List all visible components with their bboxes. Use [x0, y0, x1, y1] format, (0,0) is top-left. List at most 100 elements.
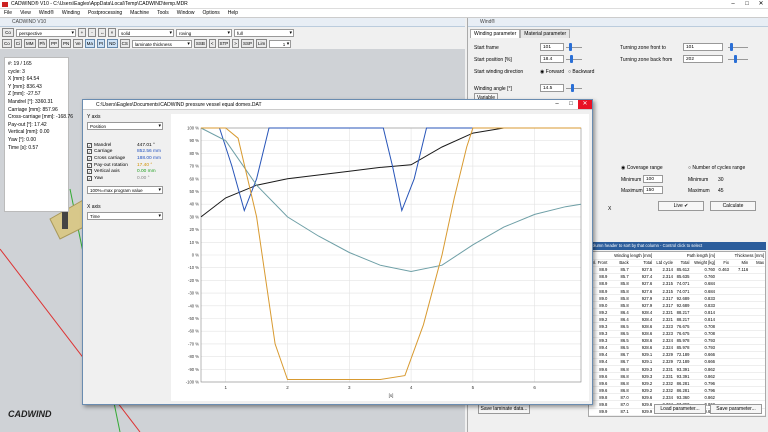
table-row[interactable]: 89.4 86.7 929.1 2.329 72.189 0.666	[589, 351, 765, 359]
view-button-pi[interactable]: PI	[96, 39, 106, 48]
results-table[interactable]: Winding length [mm] Path length [m] Thic…	[588, 251, 766, 417]
fit-button[interactable]: ↔	[98, 28, 106, 37]
table-row[interactable]: 89.3 86.5 928.6 2.323 76.675 0.708	[589, 322, 765, 331]
series-check-mandrel[interactable]: ✓ Mandrel 447.01 °	[87, 142, 167, 149]
menu-file[interactable]: File	[0, 10, 16, 16]
start-position-input[interactable]: 18.4	[540, 55, 564, 63]
position-chart[interactable]: 100 % 90 % 80 % 70 % 60 % 50 % 40 % 30 % 20 % 10 …	[171, 114, 589, 401]
perspective-select[interactable]: perspective	[16, 28, 76, 37]
lim-value-field[interactable]: 1	[269, 39, 292, 48]
forward-radio[interactable]: ◉ Forward	[540, 69, 564, 75]
table-row[interactable]: 89.2 86.4 928.4 2.321 88.217 0.814	[589, 308, 765, 317]
close-button[interactable]: ✕	[754, 0, 768, 9]
th-top-winding[interactable]: Winding length [mm]	[608, 252, 654, 260]
table-row[interactable]: 89.887.0929.62.33493.3600.862	[589, 393, 765, 402]
menu-machine[interactable]: Machine	[126, 10, 153, 16]
series-check-yaw[interactable]: ✓ Yaw 0.00 °	[87, 175, 167, 182]
cycles-radio[interactable]: ○ Number of cycles range	[688, 165, 745, 171]
view-button-mm[interactable]: MM	[24, 39, 36, 48]
series-check-cross-carriage[interactable]: ✓ Cross carriage 188.00 mm	[87, 155, 167, 162]
view-button-co2[interactable]: Co	[2, 39, 12, 48]
table-row[interactable]: 89.3 86.5 928.6 2.324 85.978 0.793	[589, 337, 765, 345]
save-parameter-button[interactable]: Save parameter...	[710, 404, 762, 414]
table-row[interactable]: 89.6 86.8 929.3 2.331 93.391 0.862	[589, 372, 765, 381]
minimize-button[interactable]: –	[726, 0, 740, 9]
tz-front-slider[interactable]	[728, 43, 748, 51]
next-button[interactable]: >	[232, 39, 239, 48]
maximize-button[interactable]: □	[740, 0, 754, 9]
checkbox[interactable]: ✓	[87, 175, 92, 181]
table-header[interactable]: Max	[749, 259, 765, 267]
table-row[interactable]: 88.9 85.7 927.4 2.314 85.635 0.760	[589, 273, 765, 281]
view-button-ci[interactable]: Ci	[13, 39, 23, 48]
th-top-thickness[interactable]: Thickness [mm]	[729, 252, 765, 260]
position-chart-svg[interactable]: 100 %90 %80 %70 %60 %50 %40 %30 %20 %10 …	[171, 114, 589, 401]
clear-x-icon[interactable]: X	[608, 206, 611, 212]
table-row[interactable]: 89.3 86.5 928.6 2.323 76.675 0.708	[589, 330, 765, 338]
table-header[interactable]: Fix	[716, 259, 730, 267]
table-row[interactable]: 89.0 85.8 927.9 2.317 92.689 0.833	[589, 294, 765, 303]
view-button-ph[interactable]: Ph	[37, 39, 48, 48]
dialog-minimize-button[interactable]: –	[550, 100, 564, 109]
menu-wind[interactable]: Wind®	[35, 10, 58, 16]
full-select[interactable]: full	[234, 28, 294, 37]
table-header[interactable]: Back	[608, 259, 630, 267]
dialog-close-button[interactable]: ✕	[578, 100, 592, 109]
table-row[interactable]: 88.9 85.8 927.6 2.315 74.071 0.684	[589, 287, 765, 296]
load-parameter-button[interactable]: Load parameter...	[654, 404, 706, 414]
table-header[interactable]: Total	[673, 259, 691, 267]
view-button-pp[interactable]: PP	[49, 39, 60, 48]
backward-radio[interactable]: ○ Backward	[568, 69, 594, 75]
view-button-cs[interactable]: CS	[119, 39, 130, 48]
range-select[interactable]: 100%=max program value	[87, 185, 163, 194]
roving-select[interactable]: roving	[176, 28, 232, 37]
menu-window[interactable]: Window	[173, 10, 199, 16]
checkbox[interactable]: ✓	[87, 155, 92, 161]
series-check-vertical-axis[interactable]: ✓ Vertical axis 0.00 mm	[87, 168, 167, 175]
tz-back-slider[interactable]	[728, 55, 748, 63]
table-row[interactable]: 88.9 85.7 927.5 2.314 85.612 0.760 0.463 7.116	[589, 266, 765, 274]
prev-button[interactable]: <	[208, 39, 216, 48]
start-frame-slider[interactable]	[566, 43, 582, 51]
menu-options[interactable]: Options	[199, 10, 224, 16]
series-check-carriage[interactable]: ✓ Carriage 852.56 mm	[87, 149, 167, 156]
table-header[interactable]: Ltd cycle	[653, 259, 674, 267]
table-row[interactable]: 89.2 86.4 928.4 2.321 88.217 0.814	[589, 315, 765, 324]
view-button-co[interactable]: Co	[2, 28, 14, 37]
checkbox[interactable]: ✓	[87, 162, 92, 168]
dialog-maximize-button[interactable]: □	[564, 100, 578, 109]
live-button[interactable]: Live ✔	[658, 201, 704, 211]
menu-view[interactable]: View	[16, 10, 35, 16]
zoom-in-button[interactable]: +	[78, 28, 86, 37]
table-row[interactable]: 88.9 85.8 927.6 2.315 74.071 0.684	[589, 280, 765, 288]
checkbox[interactable]: ✓	[87, 149, 92, 155]
stp-button[interactable]: STP	[217, 39, 231, 48]
winding-angle-input[interactable]: 14.5	[540, 84, 564, 92]
table-row[interactable]: 89.6 86.8 929.2 2.332 86.281 0.796	[589, 386, 765, 395]
table-row[interactable]: 89.4 86.7 929.1 2.329 72.189 0.666	[589, 358, 765, 367]
y-axis-select[interactable]: Position	[87, 122, 163, 130]
table-row[interactable]: 89.6 86.8 929.2 2.332 86.281 0.796	[589, 379, 765, 388]
solid-select[interactable]: solid	[118, 28, 174, 37]
menu-help[interactable]: Help	[224, 10, 242, 16]
zoom-all-button[interactable]: ×	[108, 28, 116, 37]
tz-back-input[interactable]: 202	[683, 55, 723, 63]
ssb-button[interactable]: SSB	[193, 39, 207, 48]
tab-material-parameter[interactable]: Material parameter	[520, 29, 571, 38]
tz-front-input[interactable]: 101	[683, 43, 723, 51]
tab-winding-parameter[interactable]: Winding parameter	[470, 29, 521, 38]
start-frame-input[interactable]: 101	[540, 43, 564, 51]
table-row[interactable]: 89.6 86.8 929.3 2.331 93.391 0.862	[589, 365, 765, 374]
checkbox[interactable]: ✓	[87, 142, 92, 148]
menu-postprocessing[interactable]: Postprocessing	[84, 10, 126, 16]
position-chart-dialog[interactable]: C:\Users\Eagles\Documents\CADWIND pressu…	[82, 99, 593, 405]
view-button-ma[interactable]: Ma	[84, 39, 95, 48]
view-button-ve[interactable]: Ve	[73, 39, 83, 48]
table-row[interactable]: 89.4 86.5 928.6 2.324 85.978 0.793	[589, 344, 765, 352]
table-header[interactable]: Min	[729, 259, 750, 267]
series-check-pay-out-rotation[interactable]: ✓ Pay-out rotation 17.40 °	[87, 162, 167, 169]
view-button-pn[interactable]: PN	[61, 39, 72, 48]
ssp-button[interactable]: SSP	[240, 39, 254, 48]
lim-button[interactable]: Lim	[255, 39, 268, 48]
menu-tools[interactable]: Tools	[153, 10, 173, 16]
